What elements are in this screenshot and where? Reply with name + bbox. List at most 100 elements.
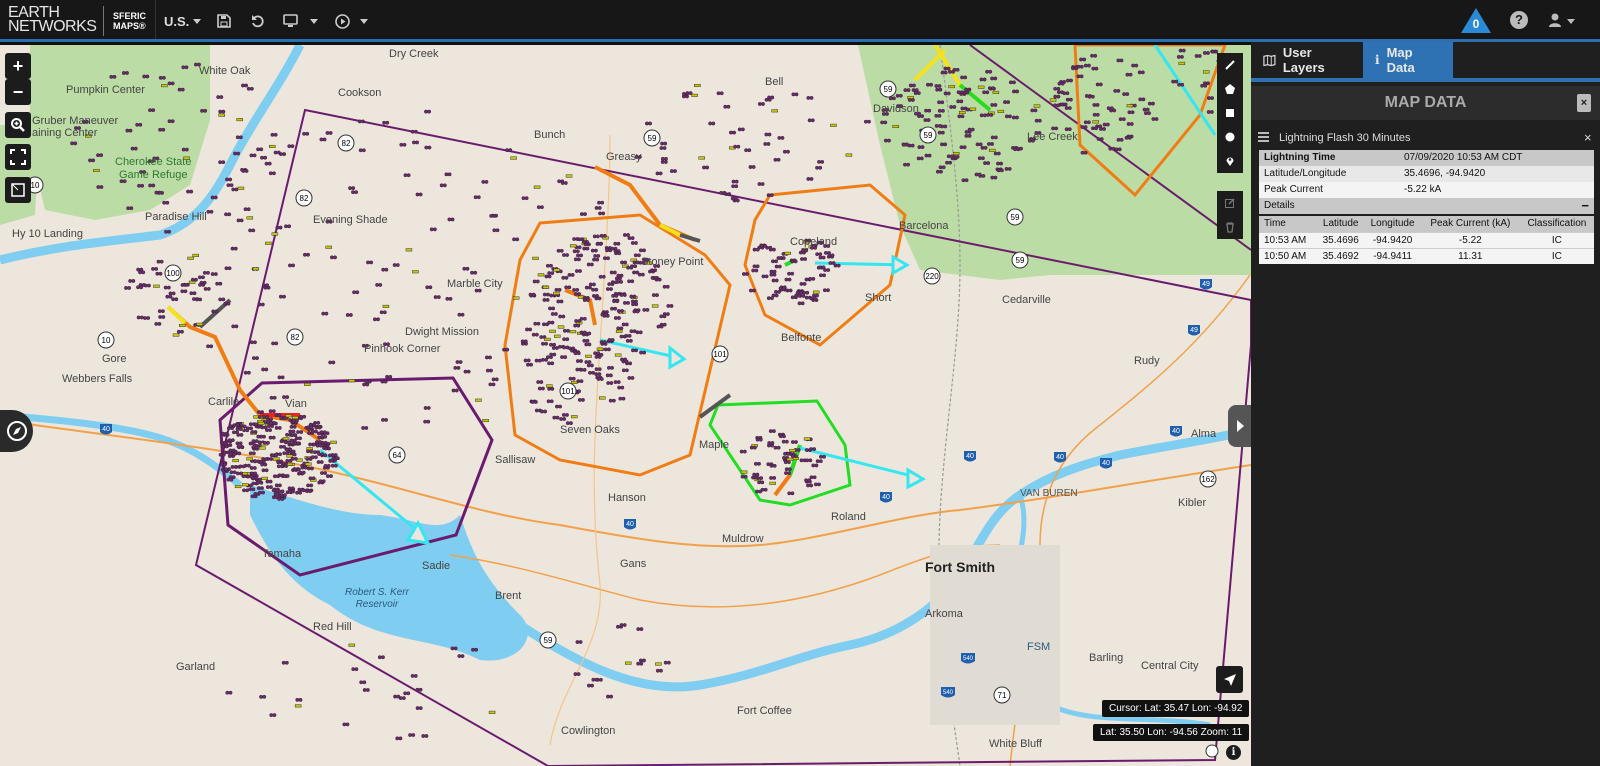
road-shield: 82 (337, 134, 355, 152)
place-label: Sallisaw (495, 454, 536, 466)
user-icon (1549, 13, 1575, 27)
fullscreen-button[interactable] (5, 144, 31, 170)
draw-polygon-button[interactable] (1217, 77, 1243, 101)
tab-user-layers[interactable]: User Layers (1251, 42, 1363, 78)
alert-count: 0 (1472, 17, 1480, 31)
edit-shapes-button[interactable] (1217, 191, 1243, 215)
table-row[interactable]: 10:50 AM 35.4692 -94.9411 11.31 IC (1259, 247, 1594, 264)
field-value: 35.4696, -94.9420 (1404, 168, 1486, 179)
field-key: Lightning Time (1264, 152, 1336, 163)
delete-shapes-button[interactable] (1217, 215, 1243, 239)
svg-text:82: 82 (300, 194, 309, 203)
place-label: Belfonte (781, 332, 822, 344)
road-shield: 59 (643, 129, 661, 147)
select-area-button[interactable] (5, 177, 31, 203)
zoom-in-button[interactable]: + (5, 53, 31, 79)
svg-text:162: 162 (1201, 475, 1215, 484)
display-menu-button[interactable] (283, 10, 318, 32)
save-button[interactable] (217, 10, 231, 32)
info-icon: i (1375, 53, 1380, 67)
draw-line-button[interactable] (1217, 53, 1243, 77)
square-icon (1226, 109, 1234, 117)
airport-label: FSM (1027, 641, 1051, 653)
interstate-shield: 40 (1054, 452, 1066, 463)
details-section-header[interactable]: Details − (1259, 198, 1594, 214)
svg-text:59: 59 (648, 134, 657, 143)
table-row[interactable]: 10:53 AM 35.4696 -94.9420 -5.22 IC (1259, 231, 1594, 248)
earth-networks-logo[interactable]: EARTH NETWORKS (8, 5, 97, 35)
place-label: Garland (176, 661, 216, 673)
place-label: Brent (495, 590, 522, 602)
interstate-shield: 40 (880, 492, 892, 503)
toolbar-divider (155, 0, 156, 42)
help-icon[interactable]: ? (1510, 11, 1528, 29)
attribution-info-button[interactable]: i (1226, 745, 1241, 760)
table-cell: -5.22 (1420, 231, 1520, 248)
undo-icon (252, 15, 264, 28)
svg-text:49: 49 (1190, 327, 1198, 334)
table-header-row: Time Latitude Longitude Peak Current (kA… (1259, 216, 1594, 232)
interstate-shield: 40 (964, 451, 976, 462)
place-label: Marble City (447, 278, 503, 290)
place-label: Carlile (208, 396, 240, 408)
column-header: Peak Current (kA) (1420, 216, 1520, 232)
svg-text:40: 40 (1102, 460, 1110, 467)
close-panel-button[interactable]: × (1577, 94, 1591, 112)
place-label: Barling (1089, 652, 1124, 664)
place-label: Kibler (1178, 497, 1207, 509)
svg-text:101: 101 (713, 350, 727, 359)
place-label: Gans (620, 558, 647, 570)
place-label: Fort Coffee (737, 705, 792, 717)
alerts-button[interactable]: 0 (1461, 8, 1491, 34)
table-cell: 10:53 AM (1259, 231, 1318, 248)
svg-text:82: 82 (291, 333, 300, 342)
playback-menu-button[interactable] (335, 10, 368, 32)
zoom-out-button[interactable]: − (5, 79, 31, 105)
svg-text:40: 40 (1056, 454, 1064, 461)
place-label: Dry Creek (389, 48, 439, 60)
svg-text:100: 100 (166, 269, 180, 278)
map-canvas[interactable]: 82 82 82 10 10 100 59 59 59 59 59 220 10… (0, 45, 1251, 766)
interstate-shield: 40 (1170, 426, 1182, 437)
road-shield: 59 (879, 80, 897, 98)
place-label: Dwight Mission (405, 326, 479, 338)
collapse-details-button[interactable]: − (1581, 198, 1589, 213)
collapse-panel-button[interactable] (1228, 405, 1251, 447)
road-shield: 162 (1199, 470, 1217, 488)
details-label: Details (1264, 200, 1295, 211)
place-label: Barcelona (899, 220, 949, 232)
region-dropdown[interactable]: U.S. (164, 10, 202, 32)
interstate-shield: 540 (961, 653, 975, 664)
road-shield: 64 (388, 446, 406, 464)
table-cell: 35.4696 (1317, 231, 1365, 248)
place-label: Pinhook Corner (364, 343, 441, 355)
undo-button[interactable] (251, 10, 265, 32)
hamburger-menu-icon[interactable] (1258, 132, 1269, 144)
road-shield: 220 (923, 267, 941, 285)
place-label: Cherokee State Game Refuge (115, 156, 191, 182)
panel-accent-line (1251, 78, 1600, 82)
edit-icon (1225, 198, 1235, 208)
svg-text:71: 71 (998, 691, 1007, 700)
interstate-shield: 540 (941, 687, 955, 698)
close-layer-button[interactable]: × (1584, 130, 1592, 145)
tab-map-data[interactable]: i Map Data (1363, 42, 1453, 78)
svg-text:540: 540 (963, 656, 974, 662)
place-label: Hanson (608, 492, 646, 504)
user-menu-button[interactable] (1549, 12, 1577, 30)
draw-marker-button[interactable] (1217, 149, 1243, 173)
locate-me-button[interactable] (1216, 666, 1243, 693)
svg-text:101: 101 (561, 387, 575, 396)
zoom-box-button[interactable] (5, 112, 31, 138)
select-box-icon (11, 183, 25, 197)
place-label: Gore (102, 353, 127, 365)
road-shield: 59 (919, 126, 937, 144)
svg-text:59: 59 (924, 131, 933, 140)
draw-rectangle-button[interactable] (1217, 101, 1243, 125)
svg-text:10: 10 (102, 336, 111, 345)
place-label: Paradise Hill (145, 211, 207, 223)
svg-text:82: 82 (342, 139, 351, 148)
field-row: Peak Current -5.22 kA (1259, 182, 1594, 198)
compass-icon (6, 421, 27, 441)
draw-circle-button[interactable] (1217, 125, 1243, 149)
